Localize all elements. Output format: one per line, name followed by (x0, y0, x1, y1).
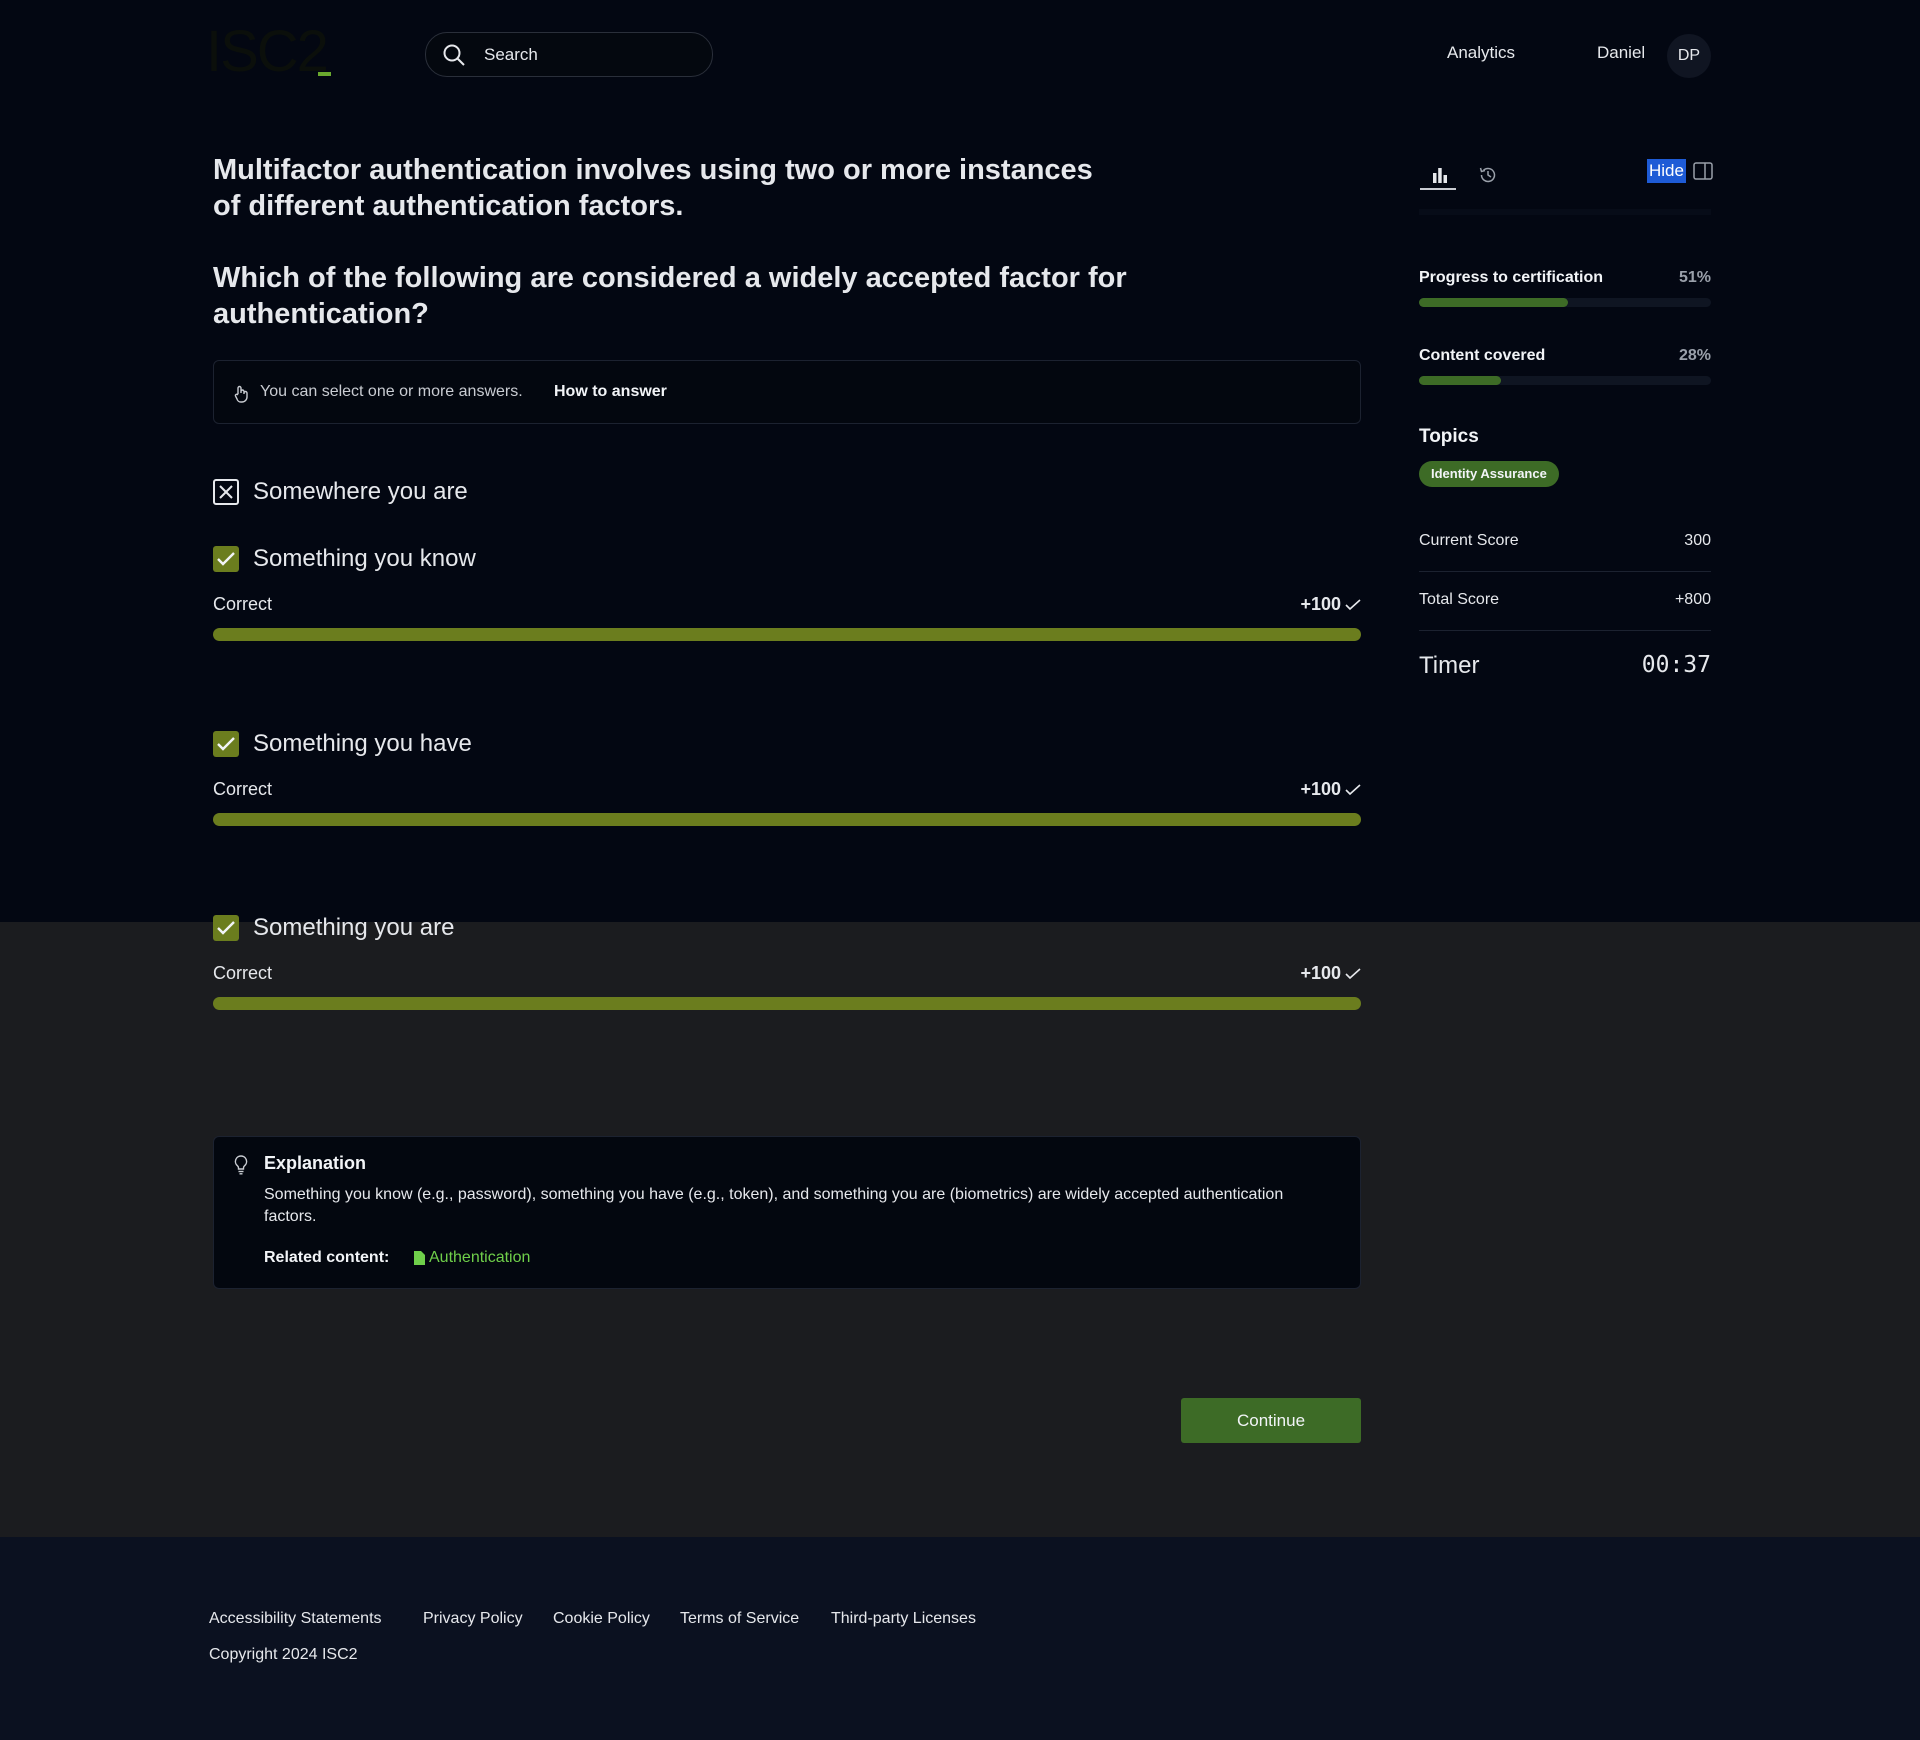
copyright: Copyright 2024 ISC2 (209, 1646, 358, 1663)
footer-link-cookie[interactable]: Cookie Policy (553, 1610, 650, 1628)
feedback-label: Correct (213, 963, 273, 983)
isc2-logo[interactable]: ISC2 (206, 23, 336, 81)
divider (1419, 571, 1711, 572)
points-value: +100 (1300, 779, 1341, 799)
points-value: +100 (1300, 594, 1341, 614)
document-icon (414, 1251, 425, 1265)
feedback-bar (213, 813, 1361, 826)
feedback-label: Correct (213, 779, 273, 799)
option-label: Something you are (253, 914, 455, 941)
lightbulb-icon (234, 1155, 248, 1175)
history-icon (1479, 167, 1496, 183)
continue-button[interactable]: Continue (1181, 1398, 1361, 1443)
feedback-label: Correct (213, 594, 273, 614)
option-label: Something you know (253, 545, 476, 572)
total-score-row: Total Score +800 (1419, 591, 1711, 609)
check-icon (217, 737, 235, 751)
panel-toggle-icon[interactable] (1693, 162, 1713, 180)
timer-value: 00:37 (1641, 652, 1711, 678)
progress-track (1419, 376, 1711, 385)
check-icon (1345, 967, 1361, 979)
nav-analytics-link[interactable]: Analytics (1447, 43, 1515, 63)
search-box[interactable] (425, 32, 713, 77)
explanation-title: Explanation (264, 1153, 367, 1173)
hand-icon (234, 385, 248, 403)
footer-link-licenses[interactable]: Third-party Licenses (831, 1610, 976, 1628)
close-icon (219, 485, 233, 499)
option-checkbox-checked[interactable] (213, 915, 239, 941)
tab-stats[interactable] (1423, 158, 1457, 192)
check-icon (1345, 783, 1361, 795)
feedback-points: +100 (1300, 594, 1361, 615)
option-label: Something you have (253, 730, 472, 757)
stat-value: 51% (1678, 269, 1711, 286)
divider (1419, 630, 1711, 631)
option-checkbox-checked[interactable] (213, 731, 239, 757)
logo-accent (318, 72, 331, 76)
feedback-bar (213, 628, 1361, 641)
bar-chart-icon (1433, 168, 1447, 183)
progress-track (1419, 298, 1711, 307)
footer-background (0, 1537, 1920, 1740)
related-link-text: Authentication (429, 1249, 531, 1266)
points-value: +100 (1300, 963, 1341, 983)
footer-link-accessibility[interactable]: Accessibility Statements (209, 1610, 382, 1628)
panel-divider (1419, 209, 1711, 215)
check-icon (217, 921, 235, 935)
timer-label: Timer (1419, 652, 1480, 679)
score-value: +800 (1674, 591, 1711, 608)
active-tab-indicator (1420, 188, 1456, 190)
tab-history[interactable] (1471, 158, 1505, 192)
progress-fill (1419, 376, 1501, 385)
user-name[interactable]: Daniel (1597, 43, 1645, 63)
check-icon (217, 552, 235, 566)
progress-fill (1419, 298, 1568, 307)
search-icon (443, 44, 465, 66)
option-label: Somewhere you are (253, 478, 468, 505)
stat-value: 28% (1678, 347, 1711, 364)
related-content-label: Related content: (264, 1249, 390, 1266)
related-content-link[interactable]: Authentication (414, 1249, 530, 1267)
score-label: Total Score (1419, 591, 1500, 608)
feedback-points: +100 (1300, 963, 1361, 984)
search-input[interactable] (484, 33, 704, 76)
explanation-text: Something you know (e.g., password), som… (264, 1186, 1284, 1225)
feedback-bar (213, 997, 1361, 1010)
current-score-row: Current Score 300 (1419, 532, 1711, 550)
question-prompt: Which of the following are considered a … (213, 262, 1127, 330)
option-checkbox-checked[interactable] (213, 546, 239, 572)
check-icon (1345, 598, 1361, 610)
footer-link-terms[interactable]: Terms of Service (680, 1610, 799, 1628)
topics-title: Topics (1419, 426, 1479, 447)
stat-label: Content covered (1419, 347, 1546, 364)
feedback-points: +100 (1300, 779, 1361, 800)
option-checkbox-incorrect[interactable] (213, 479, 239, 505)
how-to-answer-link[interactable]: How to answer (554, 383, 667, 401)
question-statement: Multifactor authentication involves usin… (213, 154, 1093, 222)
answer-hint: You can select one or more answers. How … (213, 360, 1361, 424)
score-label: Current Score (1419, 532, 1519, 549)
stat-label: Progress to certification (1419, 269, 1604, 286)
hide-panel-button[interactable]: Hide (1647, 159, 1686, 183)
hint-text: You can select one or more answers. (260, 383, 523, 400)
footer-link-privacy[interactable]: Privacy Policy (423, 1610, 523, 1628)
topic-badge[interactable]: Identity Assurance (1419, 461, 1559, 487)
main-area-background (0, 0, 1920, 922)
explanation-box: Explanation Something you know (e.g., pa… (213, 1136, 1361, 1289)
score-value: 300 (1684, 532, 1711, 549)
avatar[interactable]: DP (1667, 34, 1711, 78)
